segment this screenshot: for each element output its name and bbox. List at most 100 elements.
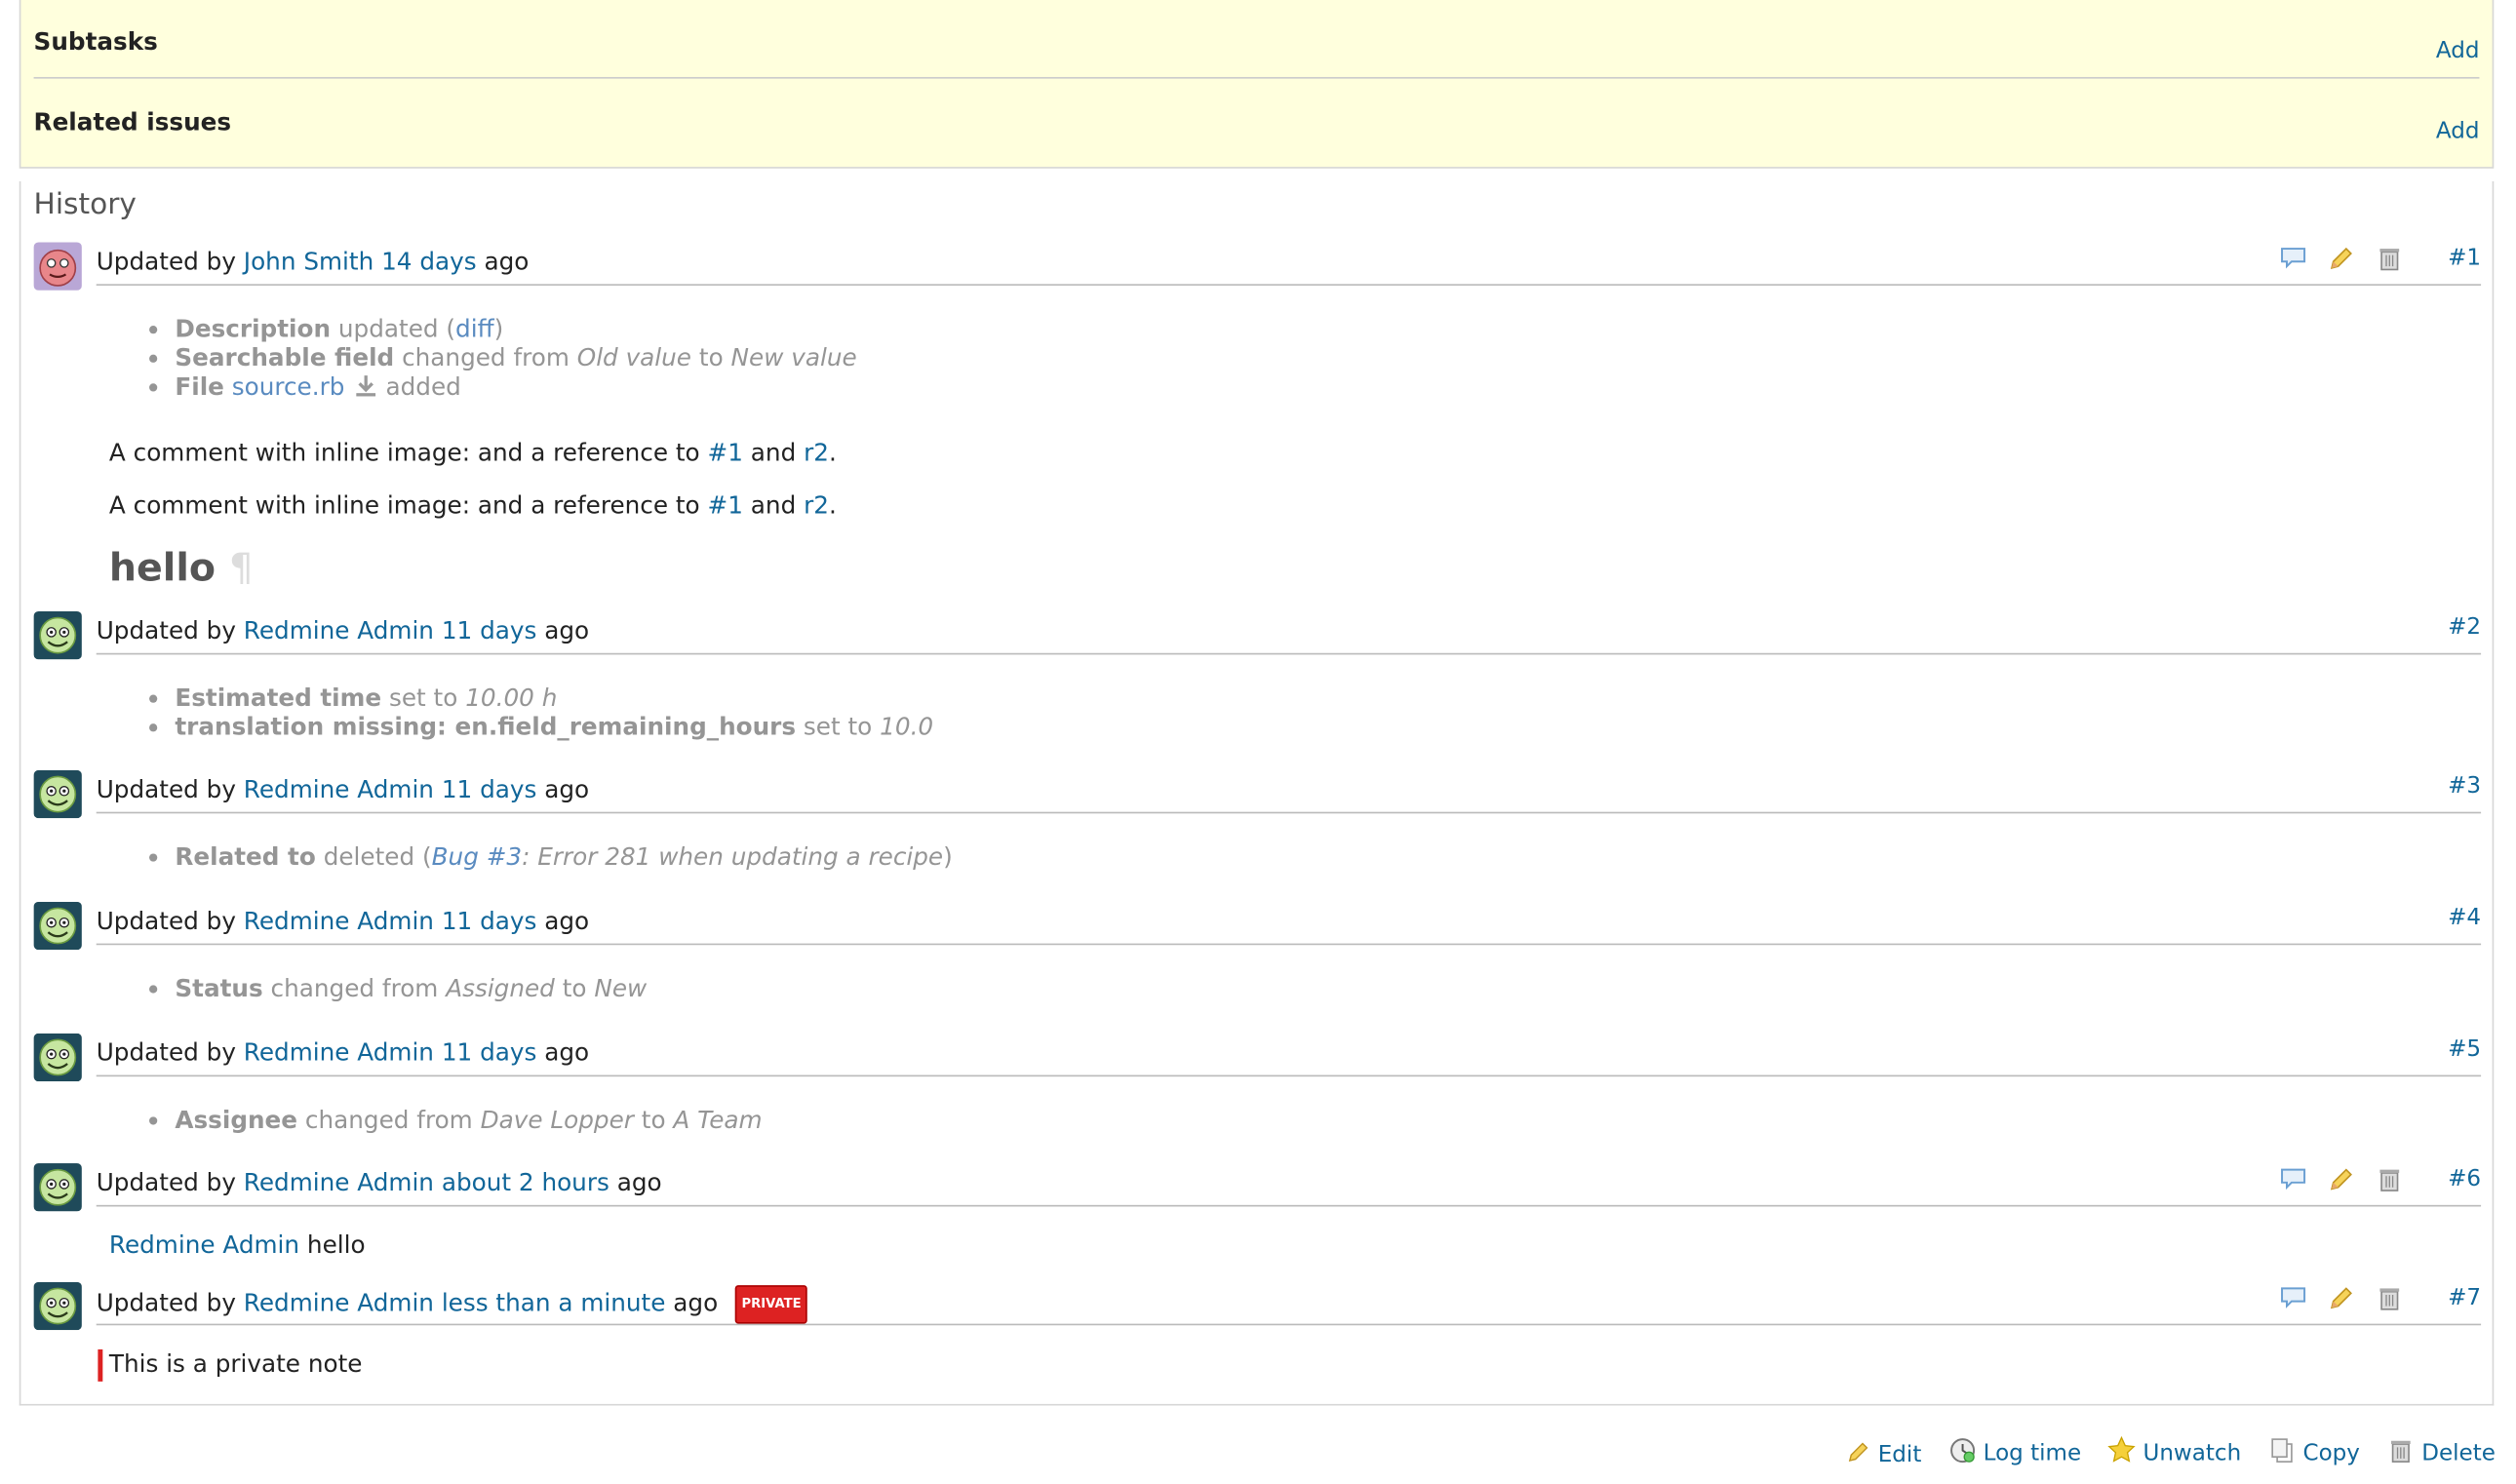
download-icon[interactable] <box>352 372 377 405</box>
delete-icon[interactable] <box>2375 244 2404 273</box>
anchor-link[interactable]: ¶ <box>229 546 254 591</box>
private-note-text: This is a private note <box>108 1348 363 1379</box>
avatar <box>33 1163 82 1212</box>
avatar <box>33 1281 82 1331</box>
user-mention-link[interactable]: Redmine Admin <box>109 1230 299 1260</box>
time-link[interactable]: less than a minute <box>442 1288 666 1317</box>
history-title: History <box>33 187 137 222</box>
edit-label: Edit <box>1877 1442 1922 1468</box>
edit-icon[interactable] <box>2327 1283 2356 1312</box>
history-section: History Updated by John Smith 14 days ag… <box>19 180 2495 1406</box>
journal-number-link[interactable]: #5 <box>2448 1034 2481 1066</box>
avatar <box>33 242 82 291</box>
ago-label: ago <box>484 247 530 277</box>
quote-icon[interactable] <box>2279 1283 2308 1312</box>
author-link[interactable]: Redmine Admin <box>244 775 434 804</box>
ago-label: ago <box>673 1288 719 1318</box>
clock-icon <box>1947 1436 1983 1471</box>
revision-ref-link[interactable]: r2 <box>804 491 829 521</box>
related-issue-link[interactable]: Bug #3 <box>432 842 522 872</box>
quote-icon[interactable] <box>2279 1165 2308 1194</box>
journal-header: Updated by Redmine Admin 11 days ago #3 <box>96 770 2481 814</box>
detail-item: Estimated time set to 10.00 h <box>175 683 933 713</box>
issue-ref-link[interactable]: #1 <box>708 491 743 521</box>
issue-actions: Edit Log time Unwatch Copy Delete <box>1827 1435 2496 1471</box>
private-note-marker <box>98 1348 103 1382</box>
add-subtask-link[interactable]: Add <box>2436 38 2480 63</box>
author-link[interactable]: John Smith <box>244 247 373 276</box>
edit-icon[interactable] <box>2327 244 2356 273</box>
updated-by-label: Updated by <box>96 1167 236 1197</box>
time-link[interactable]: about 2 hours <box>442 1168 609 1197</box>
copy-label: Copy <box>2302 1440 2360 1467</box>
related-issues-title: Related issues <box>33 107 232 137</box>
journal-details: Related to deleted (Bug #3: Error 281 wh… <box>175 842 952 872</box>
journal-note-line: A comment with inline image: and a refer… <box>108 490 837 521</box>
updated-by-label: Updated by <box>96 615 236 645</box>
journal-actions <box>2279 1283 2440 1315</box>
updated-by-label: Updated by <box>96 247 236 277</box>
journal-number-link[interactable]: #1 <box>2448 242 2481 274</box>
author-link[interactable]: Redmine Admin <box>244 1038 434 1068</box>
detail-item: Related to deleted (Bug #3: Error 281 wh… <box>175 842 952 872</box>
detail-item: File source.rb added <box>175 372 856 405</box>
journal-number-link[interactable]: #4 <box>2448 902 2481 934</box>
journal-header: Updated by Redmine Admin less than a min… <box>96 1282 2481 1326</box>
unwatch-button[interactable]: Unwatch <box>2107 1435 2242 1471</box>
journal-details: Assignee changed from Dave Lopper to A T… <box>175 1106 762 1135</box>
ago-label: ago <box>544 615 590 645</box>
attachment-link[interactable]: source.rb <box>232 372 345 402</box>
time-link[interactable]: 11 days <box>442 616 537 645</box>
diff-link[interactable]: diff <box>455 315 494 344</box>
log-time-button[interactable]: Log time <box>1947 1436 2081 1471</box>
edit-icon[interactable] <box>2327 1165 2356 1194</box>
journal-header: Updated by John Smith 14 days ago #1 <box>96 242 2481 286</box>
ago-label: ago <box>544 906 590 936</box>
delete-icon[interactable] <box>2375 1165 2404 1194</box>
quote-icon[interactable] <box>2279 244 2308 273</box>
time-link[interactable]: 11 days <box>442 1038 537 1068</box>
avatar <box>33 610 82 660</box>
issue-ref-link[interactable]: #1 <box>708 438 743 467</box>
journal-details: Status changed from Assigned to New <box>175 974 647 1003</box>
journal-actions <box>2279 244 2440 276</box>
updated-by-label: Updated by <box>96 1037 236 1068</box>
related-issues-section: Related issues Add <box>34 80 2480 157</box>
issue-relations-panel: Subtasks Add Related issues Add <box>19 0 2495 169</box>
private-badge: PRIVATE <box>734 1285 808 1324</box>
journal-number-link[interactable]: #7 <box>2448 1282 2481 1314</box>
journal-number-link[interactable]: #3 <box>2448 770 2481 802</box>
edit-icon <box>1846 1439 1878 1471</box>
delete-label: Delete <box>2421 1440 2496 1467</box>
journal-header: Updated by Redmine Admin 11 days ago #5 <box>96 1034 2481 1077</box>
journal-note-line: Redmine Admin hello <box>108 1230 366 1260</box>
author-link[interactable]: Redmine Admin <box>244 616 434 645</box>
journal-number-link[interactable]: #2 <box>2448 611 2481 644</box>
time-link[interactable]: 11 days <box>442 907 537 936</box>
add-related-issue-link[interactable]: Add <box>2436 119 2480 144</box>
copy-issue-button[interactable]: Copy <box>2267 1436 2360 1471</box>
detail-item: Status changed from Assigned to New <box>175 974 647 1003</box>
journal-number-link[interactable]: #6 <box>2448 1163 2481 1195</box>
time-link[interactable]: 11 days <box>442 775 537 804</box>
journal-note-heading: hello ¶ <box>108 545 254 591</box>
revision-ref-link[interactable]: r2 <box>804 438 829 467</box>
star-icon <box>2107 1435 2143 1471</box>
journal-note-line: A comment with inline image: and a refer… <box>108 438 837 467</box>
author-link[interactable]: Redmine Admin <box>244 1288 434 1317</box>
edit-issue-button[interactable]: Edit <box>1846 1439 1922 1471</box>
journal-header: Updated by Redmine Admin 11 days ago #4 <box>96 902 2481 946</box>
copy-icon <box>2267 1436 2302 1471</box>
log-time-label: Log time <box>1983 1440 2082 1467</box>
time-link[interactable]: 14 days <box>381 247 477 276</box>
author-link[interactable]: Redmine Admin <box>244 1168 434 1197</box>
updated-by-label: Updated by <box>96 1288 236 1318</box>
delete-issue-button[interactable]: Delete <box>2386 1436 2496 1471</box>
ago-label: ago <box>544 1037 590 1068</box>
unwatch-label: Unwatch <box>2143 1440 2242 1467</box>
detail-item: Description updated (diff) <box>175 315 856 344</box>
journal-header: Updated by Redmine Admin 11 days ago #2 <box>96 611 2481 655</box>
updated-by-label: Updated by <box>96 906 236 936</box>
delete-icon[interactable] <box>2375 1283 2404 1312</box>
author-link[interactable]: Redmine Admin <box>244 907 434 936</box>
